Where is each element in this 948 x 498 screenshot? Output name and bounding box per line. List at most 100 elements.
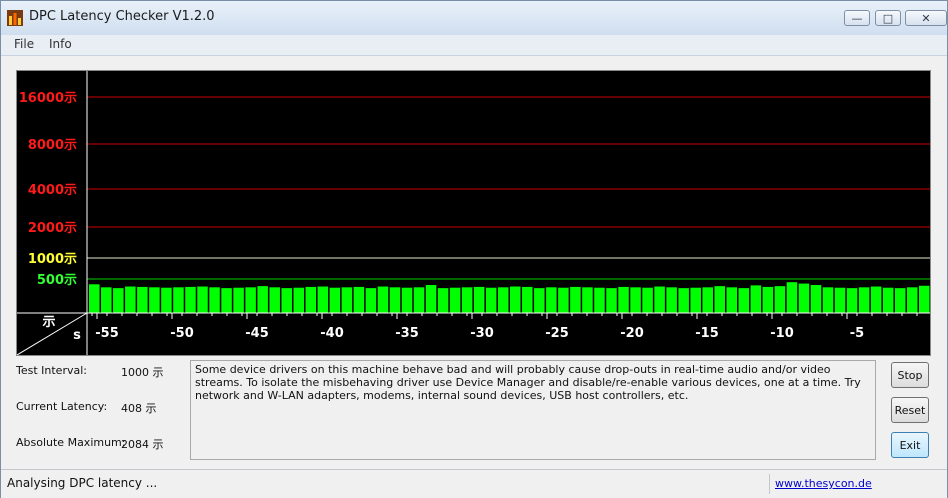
- latency-bar: [654, 286, 665, 313]
- latency-bar: [161, 287, 172, 313]
- latency-bar: [702, 287, 713, 313]
- latency-bar: [125, 286, 136, 313]
- latency-bar: [473, 286, 485, 313]
- test-interval-value: 1000 示: [121, 366, 164, 379]
- latency-bar: [510, 286, 521, 313]
- latency-bar: [534, 288, 545, 313]
- x-tick-label: -30: [470, 326, 494, 341]
- latency-bar: [618, 286, 629, 313]
- latency-bar: [113, 288, 124, 313]
- latency-bar: [497, 287, 509, 313]
- latency-bar: [582, 287, 593, 313]
- y-axis-label: 8000示: [28, 138, 77, 153]
- minimize-icon: —: [851, 11, 863, 25]
- latency-bar: [197, 286, 208, 313]
- latency-bar: [137, 286, 148, 313]
- stop-button[interactable]: Stop: [891, 362, 929, 388]
- latency-bar: [690, 287, 701, 313]
- main-content: 16000示 8000示 4000示 2000示 1000示 500示示 s -55 -50 -4…: [1, 56, 947, 468]
- menu-bar: File Info: [1, 35, 947, 56]
- minimize-button[interactable]: —: [844, 10, 870, 26]
- test-interval-label: Test Interval:: [16, 364, 87, 377]
- latency-bar: [149, 287, 160, 313]
- latency-bar: [413, 287, 425, 313]
- x-tick-label: -5: [850, 326, 864, 341]
- reset-button[interactable]: Reset: [891, 397, 929, 423]
- latency-bar: [257, 286, 268, 313]
- y-axis-label: 16000示: [19, 91, 77, 106]
- latency-bar: [377, 286, 389, 313]
- latency-chart: 16000示 8000示 4000示 2000示 1000示 500示示 s -55 -50 -4…: [16, 70, 931, 356]
- menu-info[interactable]: Info: [49, 37, 72, 51]
- latency-bar: [738, 288, 750, 313]
- latency-bar: [726, 287, 738, 313]
- latency-bar: [305, 286, 317, 313]
- latency-bar: [185, 286, 196, 313]
- app-icon: [7, 10, 23, 26]
- latency-bar: [678, 288, 689, 313]
- y-axis-label: 1000示: [28, 252, 77, 267]
- x-tick-label: -25: [545, 326, 569, 341]
- status-bar: Analysing DPC latency ... www.thesycon.d…: [1, 469, 947, 498]
- absolute-maximum-value: 2084 示: [121, 438, 164, 451]
- latency-bar: [425, 285, 437, 313]
- latency-bar: [666, 287, 677, 313]
- close-icon: ✕: [921, 11, 931, 25]
- latency-bar: [894, 288, 906, 313]
- x-tick-label: -45: [245, 326, 269, 341]
- latency-bar: [317, 286, 329, 313]
- absolute-maximum-label: Absolute Maximum:: [16, 436, 126, 449]
- latency-bar: [918, 285, 930, 313]
- close-button[interactable]: ✕: [905, 10, 947, 26]
- latency-bar: [173, 287, 184, 313]
- latency-bar: [570, 286, 581, 313]
- maximize-button[interactable]: □: [875, 10, 901, 26]
- latency-bar: [221, 288, 232, 313]
- latency-bar: [341, 287, 353, 313]
- latency-bar: [834, 287, 846, 313]
- x-unit-label: s: [73, 328, 81, 343]
- latency-bar: [209, 287, 220, 313]
- latency-bar: [437, 288, 449, 313]
- latency-bar: [329, 287, 341, 313]
- current-latency-value: 408 示: [121, 402, 157, 415]
- current-latency-label: Current Latency:: [16, 400, 108, 413]
- latency-bar: [546, 287, 557, 313]
- latency-bar: [822, 287, 834, 313]
- latency-bar: [389, 287, 401, 313]
- latency-bar: [101, 287, 112, 313]
- window-title: DPC Latency Checker V1.2.0: [29, 9, 215, 24]
- menu-file[interactable]: File: [14, 37, 34, 51]
- x-tick-label: -10: [770, 326, 794, 341]
- title-bar[interactable]: DPC Latency Checker V1.2.0 — □ ✕: [1, 1, 947, 35]
- latency-bar: [714, 286, 726, 313]
- latency-bar: [89, 284, 100, 313]
- maximize-icon: □: [882, 11, 894, 25]
- app-window: DPC Latency Checker V1.2.0 — □ ✕ File In…: [0, 0, 948, 498]
- exit-button[interactable]: Exit: [891, 432, 929, 458]
- latency-bar: [906, 287, 918, 313]
- latency-bar: [846, 288, 858, 313]
- latency-bar: [353, 286, 365, 313]
- latency-bar: [293, 287, 305, 313]
- latency-bar: [858, 287, 870, 313]
- latency-bar: [558, 287, 569, 313]
- status-text: Analysing DPC latency ...: [7, 476, 158, 490]
- latency-bar: [401, 287, 413, 313]
- latency-bar: [269, 287, 280, 313]
- thesycon-link[interactable]: www.thesycon.de: [775, 477, 872, 490]
- latency-bar: [774, 286, 786, 313]
- latency-bar: [642, 287, 653, 313]
- latency-bar: [750, 285, 762, 313]
- x-tick-label: -15: [695, 326, 719, 341]
- latency-bar: [485, 287, 497, 313]
- y-unit-label: 示: [42, 315, 55, 330]
- info-message: Some device drivers on this machine beha…: [190, 360, 876, 460]
- latency-bar: [365, 288, 377, 313]
- status-separator: [769, 474, 770, 494]
- latency-bar: [281, 288, 292, 313]
- latency-bar: [606, 288, 617, 313]
- latency-bar: [882, 287, 894, 313]
- latency-bar: [786, 282, 798, 313]
- latency-chart-svg: 16000示 8000示 4000示 2000示 1000示 500示示 s -55 -50 -4…: [17, 71, 930, 355]
